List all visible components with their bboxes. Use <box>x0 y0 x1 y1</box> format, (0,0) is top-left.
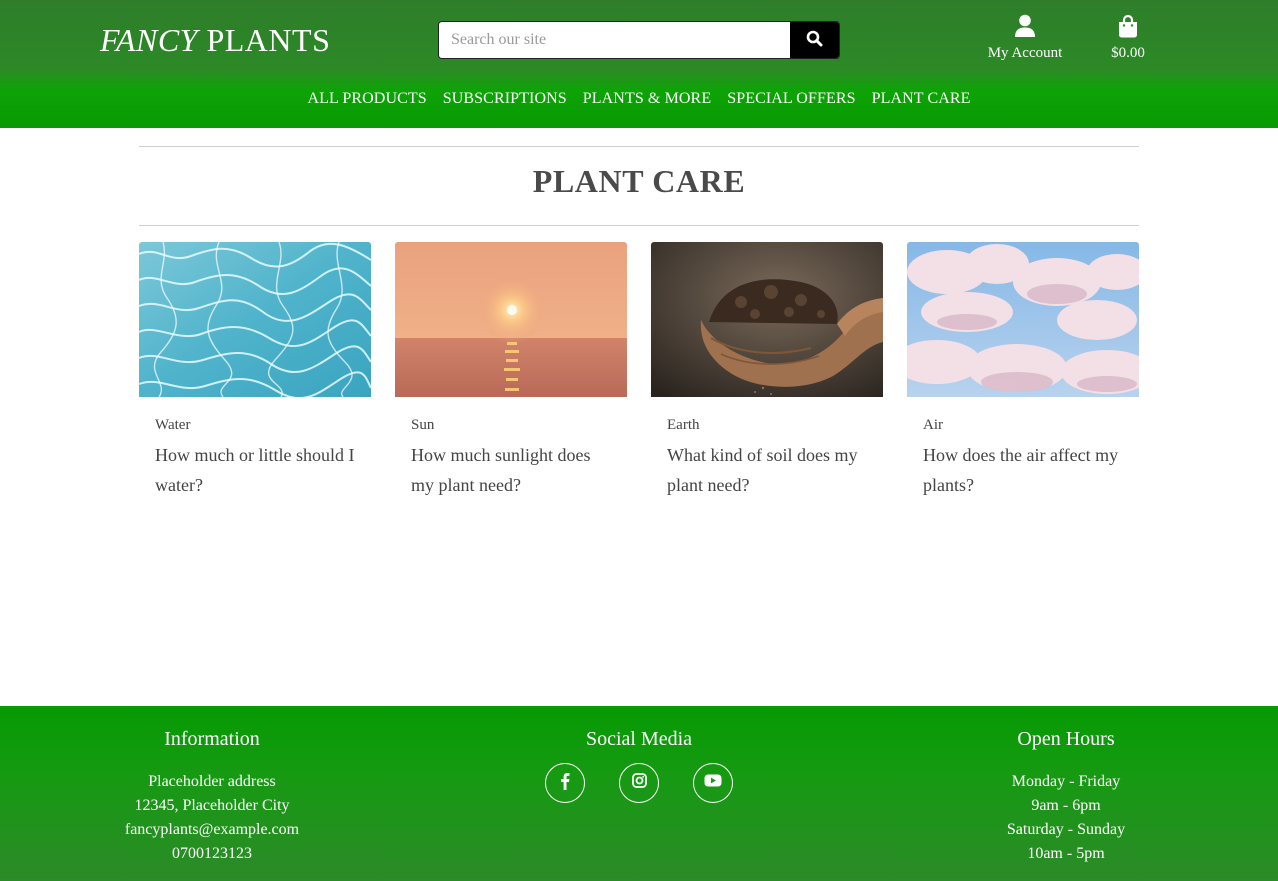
search-form <box>438 21 840 59</box>
shopping-bag-link[interactable]: $0.00 <box>1098 14 1158 62</box>
instagram-icon <box>631 773 647 793</box>
instagram-link[interactable] <box>619 763 659 803</box>
page-title: PLANT CARE <box>532 163 746 199</box>
facebook-link[interactable] <box>545 763 585 803</box>
weekday-label: Monday - Friday <box>1011 773 1121 790</box>
card-air[interactable]: Air How does the air affect my plants? <box>907 242 1139 502</box>
search-icon <box>806 30 823 50</box>
card-question: How does the air affect my plants? <box>923 445 1119 495</box>
card-water[interactable]: Water How much or little should I water? <box>139 242 371 502</box>
footer-info-heading: Information <box>164 728 260 750</box>
nav-all-products[interactable]: ALL PRODUCTS <box>307 90 426 112</box>
card-question: What kind of soil does my plant need? <box>667 445 858 495</box>
footer-information: Information Placeholder address 12345, P… <box>62 726 362 866</box>
social-links <box>489 763 789 803</box>
footer-open-hours: Open Hours Monday - Friday 9am - 6pm Sat… <box>916 726 1216 866</box>
weekend-hours: 10am - 5pm <box>1027 845 1105 862</box>
nav-special-offers[interactable]: SPECIAL OFFERS <box>727 90 855 112</box>
main-nav: ALL PRODUCTS SUBSCRIPTIONS PLANTS & MORE… <box>0 90 1278 112</box>
email-line: fancyplants@example.com <box>124 821 300 838</box>
card-category: Air <box>923 417 943 433</box>
site-footer: Information Placeholder address 12345, P… <box>0 706 1278 881</box>
user-icon <box>1014 14 1036 42</box>
nav-plant-care[interactable]: PLANT CARE <box>872 90 971 112</box>
city-line: 12345, Placeholder City <box>134 797 290 814</box>
sunset-over-sea-photo <box>395 242 627 397</box>
footer-hours-heading: Open Hours <box>1017 728 1115 750</box>
plant-care-cards: Water How much or little should I water? <box>139 242 1139 502</box>
title-divider-bottom <box>139 225 1139 226</box>
site-logo[interactable]: FANCY PLANTS <box>100 22 330 59</box>
nav-plants-and-more[interactable]: PLANTS & MORE <box>583 90 711 112</box>
card-category: Earth <box>667 417 700 433</box>
phone-line: 0700123123 <box>172 845 252 862</box>
weekend-label: Saturday - Sunday <box>1006 821 1126 838</box>
card-earth[interactable]: Earth What kind of soil does my plant ne… <box>651 242 883 502</box>
address-line: Placeholder address <box>148 773 276 790</box>
weekday-hours: 9am - 6pm <box>1031 797 1101 814</box>
logo-word-plants: PLANTS <box>197 22 331 58</box>
site-header: FANCY PLANTS My Account <box>0 0 1278 128</box>
youtube-icon <box>704 774 722 792</box>
card-sun[interactable]: Sun How much sunlight does my plant need… <box>395 242 627 502</box>
search-input[interactable] <box>439 22 790 58</box>
card-category: Water <box>155 417 191 433</box>
card-category: Sun <box>411 417 435 433</box>
water-ripples-photo <box>139 242 371 397</box>
hands-holding-soil-photo <box>651 242 883 397</box>
bag-total: $0.00 <box>1111 45 1145 61</box>
search-button[interactable] <box>790 22 839 58</box>
card-question: How much sunlight does my plant need? <box>411 445 591 495</box>
my-account-link[interactable]: My Account <box>975 14 1075 62</box>
clouds-in-sky-photo <box>907 242 1139 397</box>
footer-social-heading: Social Media <box>585 728 693 750</box>
youtube-link[interactable] <box>693 763 733 803</box>
shopping-bag-icon <box>1118 14 1138 42</box>
card-question: How much or little should I water? <box>155 445 355 495</box>
contact-details: Placeholder address 12345, Placeholder C… <box>62 770 362 866</box>
logo-word-fancy: FANCY <box>100 22 198 58</box>
nav-subscriptions[interactable]: SUBSCRIPTIONS <box>443 90 567 112</box>
title-divider-top <box>139 146 1139 147</box>
opening-hours: Monday - Friday 9am - 6pm Saturday - Sun… <box>916 770 1216 866</box>
facebook-icon <box>560 772 570 795</box>
my-account-label: My Account <box>987 45 1063 61</box>
footer-social: Social Media <box>489 726 789 803</box>
